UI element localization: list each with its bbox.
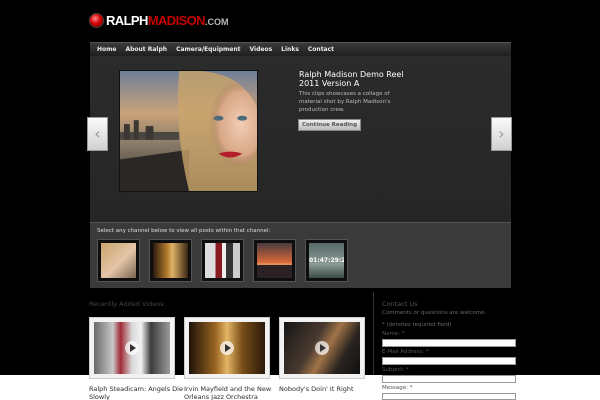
logo-text-com: .COM	[204, 16, 229, 27]
video-card-1[interactable]	[89, 317, 175, 379]
column-divider	[373, 292, 374, 375]
featured-slider: Ralph Madison Demo Reel 2011 Version A T…	[90, 56, 511, 222]
play-icon	[125, 341, 139, 355]
message-label: Message: *	[382, 385, 413, 391]
video-title-3[interactable]: Nobody's Doin' It Right	[279, 385, 379, 393]
main-nav: Home About Ralph Camera/Equipment Videos…	[90, 42, 511, 56]
slider-prev-button[interactable]: ‹	[87, 117, 108, 151]
site-logo[interactable]: RALPHMADISON.COM	[90, 11, 228, 29]
featured-image[interactable]	[119, 70, 258, 192]
required-note: * (denotes required field)	[382, 322, 452, 328]
logo-record-icon	[90, 13, 103, 27]
continue-reading-button[interactable]: Continue Reading	[298, 119, 361, 131]
nav-contact[interactable]: Contact	[308, 46, 334, 53]
nav-videos[interactable]: Videos	[250, 46, 273, 53]
video-title-1[interactable]: Ralph Steadicam: Angels Die Slowly	[89, 385, 189, 400]
contact-heading: Contact Us	[382, 300, 418, 308]
nav-camera-equipment[interactable]: Camera/Equipment	[176, 46, 240, 53]
nav-home[interactable]: Home	[97, 46, 116, 53]
nav-about-ralph[interactable]: About Ralph	[125, 46, 167, 53]
name-input[interactable]	[382, 339, 516, 347]
video-card-2[interactable]	[184, 317, 270, 379]
channel-selector: Select any channel below to view all pos…	[90, 222, 511, 288]
message-input[interactable]	[382, 393, 516, 400]
subject-label: Subject: *	[382, 367, 409, 373]
email-label: E-Mail Address: *	[382, 349, 429, 355]
channel-thumb-3[interactable]	[201, 239, 244, 282]
channel-selector-label: Select any channel below to view all pos…	[97, 228, 271, 234]
channel-thumb-1[interactable]	[97, 239, 140, 282]
slider-next-button[interactable]: ›	[491, 117, 512, 151]
recent-videos-heading: Recently Added Videos:	[89, 300, 166, 308]
logo-text-madison: MADISON	[147, 12, 206, 28]
play-icon	[315, 341, 329, 355]
nav-links[interactable]: Links	[281, 46, 299, 53]
channel-thumb-5[interactable]: 01:47:29:23	[305, 239, 348, 282]
name-label: Name: *	[382, 331, 405, 337]
channel-timecode: 01:47:29:23	[309, 257, 344, 264]
chevron-right-icon: ›	[498, 124, 505, 143]
featured-title[interactable]: Ralph Madison Demo Reel 2011 Version A	[299, 70, 419, 88]
video-card-3[interactable]	[279, 317, 365, 379]
play-icon	[220, 341, 234, 355]
logo-text-ralph: RALPH	[106, 12, 148, 28]
featured-description: This clips showcases a collage of materi…	[299, 91, 391, 113]
email-input[interactable]	[382, 357, 516, 365]
channel-thumb-2[interactable]	[149, 239, 192, 282]
subject-input[interactable]	[382, 375, 516, 383]
video-title-2[interactable]: Irvin Mayfield and the New Orleans Jazz …	[184, 385, 284, 400]
channel-thumb-4[interactable]	[253, 239, 296, 282]
contact-subheading: Comments or questions are welcome.	[382, 310, 487, 316]
chevron-left-icon: ‹	[94, 124, 101, 143]
